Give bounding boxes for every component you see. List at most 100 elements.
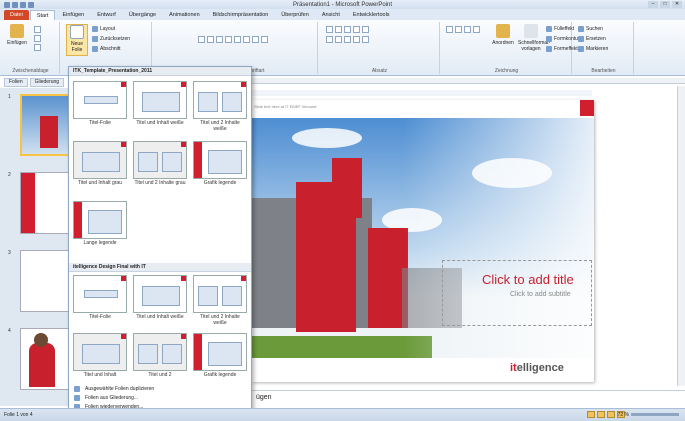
layout-option[interactable]: Lange legende — [73, 201, 127, 246]
format-painter-icon[interactable] — [34, 44, 41, 51]
shape-line-icon[interactable] — [455, 26, 462, 33]
subtitle-placeholder[interactable]: Click to add subtitle — [510, 291, 571, 298]
layout-option[interactable]: Titel und Inhalt — [73, 333, 127, 378]
tab-slideshow[interactable]: Bildschirmpräsentation — [207, 10, 275, 20]
strike-icon[interactable] — [234, 36, 241, 43]
notes-pane[interactable]: ügen — [252, 390, 685, 408]
layout-option[interactable]: Titel und Inhalt weiße — [133, 275, 187, 320]
align-left-icon[interactable] — [326, 36, 333, 43]
layout-placeholder — [84, 290, 118, 298]
shadow-icon[interactable] — [225, 36, 232, 43]
layout-option[interactable]: Grafik legende — [193, 333, 247, 378]
section-button[interactable]: Abschnitt — [92, 46, 121, 52]
title-bar: Präsentation1 - Microsoft PowerPoint – □… — [0, 0, 685, 9]
status-bar: Folie 1 von 4 72 % — [0, 408, 685, 421]
layout-option[interactable]: Titel-Folie — [73, 275, 127, 320]
spacing-icon[interactable] — [243, 36, 250, 43]
layout-option[interactable]: Titel und 2 Inhalte weiße — [193, 81, 247, 132]
bold-icon[interactable] — [198, 36, 205, 43]
select-button[interactable]: Markieren — [578, 46, 608, 52]
tab-animations[interactable]: Animationen — [163, 10, 206, 20]
normal-view-icon[interactable] — [587, 411, 595, 418]
copy-icon[interactable] — [34, 35, 41, 42]
indent-more-icon[interactable] — [353, 26, 360, 33]
layout-thumb — [193, 141, 247, 179]
minimize-button[interactable]: – — [648, 1, 658, 8]
indent-less-icon[interactable] — [344, 26, 351, 33]
tab-developer[interactable]: Entwicklertools — [347, 10, 396, 20]
line-spacing-icon[interactable] — [362, 26, 369, 33]
replace-button[interactable]: Ersetzen — [578, 36, 606, 42]
layout-thumb — [73, 141, 127, 179]
zoom-slider[interactable] — [631, 413, 679, 416]
layout-label: Titel-Folie — [89, 314, 111, 320]
reading-view-icon[interactable] — [607, 411, 615, 418]
shape-rectangle-icon[interactable] — [446, 26, 453, 33]
window-controls: – □ ✕ — [648, 1, 682, 8]
layout-label: Titel und Inhalt grau — [77, 180, 122, 186]
cut-icon[interactable] — [34, 26, 41, 33]
arrange-button[interactable]: Anordnen — [492, 24, 514, 56]
shape-arrow-icon[interactable] — [464, 26, 471, 33]
reset-button[interactable]: Zurücksetzen — [92, 36, 130, 42]
align-right-icon[interactable] — [344, 36, 351, 43]
tab-insert[interactable]: Einfügen — [56, 10, 90, 20]
layout-placeholder — [138, 344, 158, 364]
layout-thumb — [133, 141, 187, 179]
layout-button[interactable]: Layout — [92, 26, 115, 32]
bullets-icon[interactable] — [326, 26, 333, 33]
layout-label: Titel-Folie — [89, 120, 111, 126]
italic-icon[interactable] — [207, 36, 214, 43]
fill-button[interactable]: Fülleffekt — [546, 26, 574, 32]
columns-icon[interactable] — [362, 36, 369, 43]
layout-option[interactable]: Titel und 2 — [133, 333, 187, 378]
slide-thumbnail-1[interactable] — [20, 94, 70, 156]
tab-home[interactable]: Start — [29, 10, 56, 20]
vertical-scrollbar[interactable] — [677, 86, 685, 386]
maximize-button[interactable]: □ — [660, 1, 670, 8]
case-icon[interactable] — [252, 36, 259, 43]
tab-outline[interactable]: Gliederung — [29, 78, 65, 87]
layout-option[interactable]: Titel-Folie — [73, 81, 127, 126]
layout-option[interactable]: Titel und 2 Inhalte weiße — [193, 275, 247, 326]
layout-option[interactable]: Grafik legende — [193, 141, 247, 186]
tab-slides[interactable]: Folien — [4, 78, 28, 87]
underline-icon[interactable] — [216, 36, 223, 43]
tab-view[interactable]: Ansicht — [316, 10, 346, 20]
numbering-icon[interactable] — [335, 26, 342, 33]
slide-thumbnail-2[interactable] — [20, 172, 70, 234]
align-center-icon[interactable] — [335, 36, 342, 43]
slide-thumbnail-4[interactable] — [20, 328, 70, 390]
slide-canvas[interactable]: Slide text here at IT EMEF Inbound Click… — [252, 100, 594, 382]
duplicate-slides-menu-item[interactable]: Ausgewählte Folien duplizieren — [69, 385, 251, 393]
tab-design[interactable]: Entwurf — [91, 10, 122, 20]
layout-option[interactable]: Titel und Inhalt weiße — [133, 81, 187, 126]
paragraph-row1 — [326, 26, 369, 33]
quickstyles-button[interactable]: Schnellformat-vorlagen — [518, 24, 550, 56]
title-placeholder[interactable]: Click to add title — [482, 272, 574, 287]
sorter-view-icon[interactable] — [597, 411, 605, 418]
arrange-label: Anordnen — [492, 40, 514, 46]
tab-review[interactable]: Überprüfen — [275, 10, 315, 20]
select-icon — [578, 46, 584, 52]
layout-section-title: itelligence Design Final with IT — [69, 263, 251, 272]
layout-option[interactable]: Titel und Inhalt grau — [73, 141, 127, 186]
font-color-icon[interactable] — [261, 36, 268, 43]
notes-text: ügen — [256, 394, 272, 401]
layout-section-title: ITK_Template_Presentation_2011 — [69, 67, 251, 76]
slides-from-outline-menu-item[interactable]: Folien aus Gliederung... — [69, 394, 251, 402]
shapes-gallery[interactable] — [446, 26, 480, 33]
layout-red-bar — [194, 334, 202, 370]
justify-icon[interactable] — [353, 36, 360, 43]
layout-option[interactable]: Titel und 2 Inhalte grau — [133, 141, 187, 186]
thumb-number: 2 — [8, 172, 11, 178]
slide-red-corner — [580, 100, 594, 116]
new-slide-button[interactable]: Neue Folie — [66, 24, 88, 56]
slide-thumbnail-3[interactable] — [20, 250, 70, 312]
find-button[interactable]: Suchen — [578, 26, 603, 32]
tab-transitions[interactable]: Übergänge — [123, 10, 162, 20]
shape-oval-icon[interactable] — [473, 26, 480, 33]
close-button[interactable]: ✕ — [672, 1, 682, 8]
paste-button[interactable]: Einfügen — [6, 24, 28, 56]
tab-file[interactable]: Datei — [4, 10, 29, 20]
